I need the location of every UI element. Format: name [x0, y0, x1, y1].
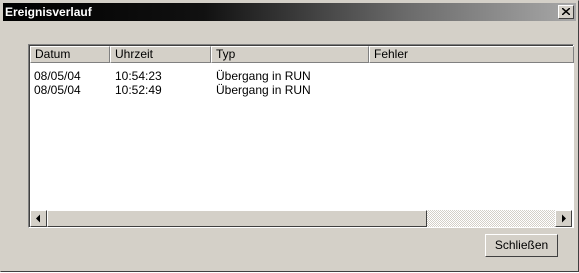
arrow-left-icon — [36, 214, 40, 223]
table-row[interactable]: 08/05/04 10:54:23 Übergang in RUN — [30, 69, 572, 83]
list-header: Datum Uhrzeit Typ Fehler — [30, 46, 574, 63]
arrow-right-icon — [562, 214, 566, 223]
dialog-window: Ereignisverlauf Datum Uhrzeit Typ Fehler… — [0, 0, 579, 272]
cell-typ: Übergang in RUN — [216, 69, 311, 83]
close-window-button[interactable] — [558, 5, 574, 19]
cell-datum: 08/05/04 — [34, 69, 81, 83]
cell-typ: Übergang in RUN — [216, 83, 311, 97]
cell-uhrzeit: 10:54:23 — [115, 69, 162, 83]
table-row[interactable]: 08/05/04 10:52:49 Übergang in RUN — [30, 83, 572, 97]
cell-datum: 08/05/04 — [34, 83, 81, 97]
horizontal-scrollbar[interactable] — [30, 210, 573, 227]
column-header-datum[interactable]: Datum — [30, 46, 110, 63]
event-list[interactable]: Datum Uhrzeit Typ Fehler 08/05/04 10:54:… — [28, 44, 574, 228]
scroll-right-button[interactable] — [555, 210, 572, 227]
scroll-left-button[interactable] — [30, 210, 47, 227]
column-header-fehler[interactable]: Fehler — [369, 46, 574, 63]
cell-uhrzeit: 10:52:49 — [115, 83, 162, 97]
scroll-track[interactable] — [427, 210, 555, 227]
column-header-typ[interactable]: Typ — [211, 46, 369, 63]
column-header-uhrzeit[interactable]: Uhrzeit — [110, 46, 211, 63]
close-button[interactable]: Schließen — [485, 234, 558, 257]
close-icon — [562, 8, 570, 15]
scroll-thumb[interactable] — [47, 210, 427, 227]
window-title: Ereignisverlauf — [5, 5, 92, 19]
title-bar[interactable]: Ereignisverlauf — [3, 3, 576, 21]
